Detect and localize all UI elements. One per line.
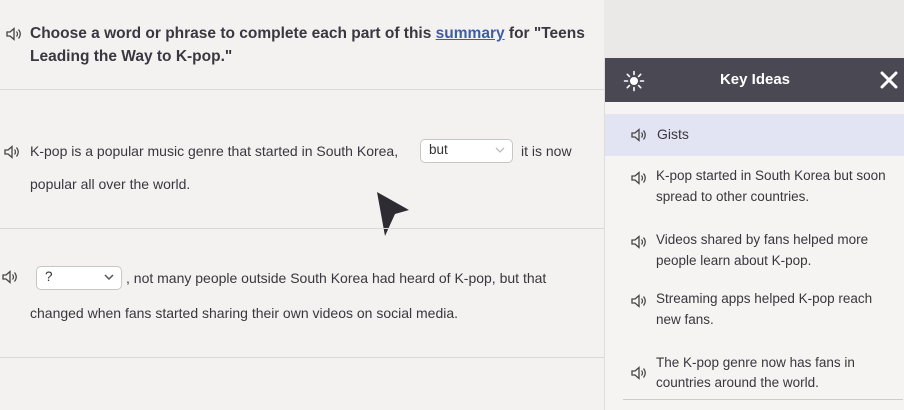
speaker-icon[interactable] xyxy=(631,366,647,380)
instruction-line2: Leading the Way to K-pop." xyxy=(30,48,233,65)
divider xyxy=(0,228,604,229)
divider xyxy=(623,399,903,400)
speaker-icon[interactable] xyxy=(6,27,22,41)
sentence1-line2: popular all over the world. xyxy=(30,176,191,192)
key-ideas-title: Key Ideas xyxy=(719,71,791,88)
instruction-text: Choose a word or phrase to complete each… xyxy=(30,25,585,42)
gists-label: Gists xyxy=(657,126,689,142)
speaker-icon[interactable] xyxy=(631,128,647,142)
speaker-icon[interactable] xyxy=(631,294,647,308)
blank-select-2[interactable]: ? xyxy=(36,266,122,290)
mouse-cursor-icon xyxy=(377,192,409,236)
sentence2-after: , not many people outside South Korea ha… xyxy=(126,270,547,286)
speaker-icon[interactable] xyxy=(4,145,20,159)
close-icon[interactable] xyxy=(880,71,898,89)
key-idea-1-line2: spread to other countries. xyxy=(656,189,810,204)
chevron-down-icon xyxy=(104,274,114,281)
chevron-down-icon xyxy=(495,147,505,153)
question-panel: Choose a word or phrase to complete each… xyxy=(0,0,604,410)
sentence1-before: K-pop is a popular music genre that star… xyxy=(30,143,399,159)
key-idea-2-line2: people learn about K-pop. xyxy=(656,253,812,268)
key-idea-4-line1: The K-pop genre now has fans in xyxy=(656,355,855,370)
select-value: ? xyxy=(45,269,53,284)
select-value: but xyxy=(429,142,448,157)
sentence2-line2: changed when fans started sharing their … xyxy=(30,305,459,321)
key-ideas-header: Key Ideas xyxy=(605,58,904,102)
key-ideas-panel: Key Ideas Gists K-pop started in South K… xyxy=(604,58,904,410)
speaker-icon[interactable] xyxy=(631,171,647,185)
gists-section: Gists xyxy=(605,114,904,156)
summary-link[interactable]: summary xyxy=(436,25,505,42)
speaker-icon[interactable] xyxy=(631,235,647,249)
sentence1-after: it is now xyxy=(521,143,572,159)
key-idea-2-line1: Videos shared by fans helped more xyxy=(656,232,869,247)
speaker-icon[interactable] xyxy=(2,270,18,284)
blank-select-1[interactable]: but xyxy=(420,139,513,163)
key-idea-3-line2: new fans. xyxy=(656,312,714,327)
divider xyxy=(0,357,604,358)
key-idea-4-line2: countries around the world. xyxy=(656,375,819,390)
key-idea-3-line1: Streaming apps helped K-pop reach xyxy=(656,291,873,306)
key-idea-1-line1: K-pop started in South Korea but soon xyxy=(656,168,886,183)
divider xyxy=(0,89,604,90)
